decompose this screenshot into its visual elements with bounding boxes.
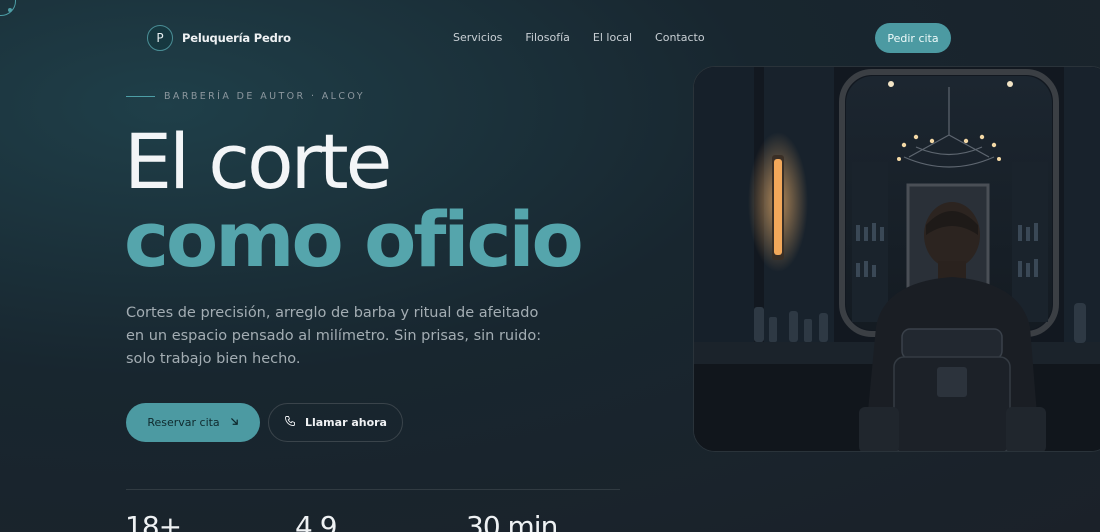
site-header: P Peluquería Pedro Servicios Filosofía E… (0, 0, 1100, 76)
eyebrow: BARBERÍA DE AUTOR · ALCOY (126, 91, 365, 102)
hero-title: El corte como oficio (124, 117, 584, 284)
stat-years: 18+ (125, 510, 182, 532)
main-nav: Servicios Filosofía El local Contacto (453, 31, 705, 44)
nav-item-servicios[interactable]: Servicios (453, 31, 502, 44)
eyebrow-line (126, 96, 155, 97)
hero-title-line-1: El corte (124, 117, 392, 206)
nav-item-contacto[interactable]: Contacto (655, 31, 705, 44)
barbershop-photo (693, 66, 1100, 452)
reservar-cita-label: Reservar cita (147, 416, 220, 429)
llamar-ahora-label: Llamar ahora (304, 416, 387, 429)
eyebrow-text: BARBERÍA DE AUTOR · ALCOY (164, 91, 365, 102)
stat-duration: 30 min (466, 510, 558, 532)
brand-name: Peluquería Pedro (182, 31, 291, 45)
brand-mark-icon: P (147, 25, 173, 51)
hero-lead: Cortes de precisión, arreglo de barba y … (126, 305, 542, 367)
pedir-cita-button[interactable]: Pedir cita (875, 23, 951, 53)
nav-item-el-local[interactable]: El local (593, 31, 632, 44)
arrow-down-right-icon (230, 416, 239, 429)
stats-divider (126, 489, 620, 490)
phone-icon (284, 415, 296, 430)
nav-item-filosofia[interactable]: Filosofía (525, 31, 570, 44)
reservar-cita-button[interactable]: Reservar cita (126, 403, 260, 442)
hero-title-line-2: como oficio (124, 195, 584, 284)
brand-logo[interactable]: P Peluquería Pedro (147, 25, 291, 51)
llamar-ahora-button[interactable]: Llamar ahora (268, 403, 403, 442)
stat-rating: 4.9 (295, 510, 338, 532)
